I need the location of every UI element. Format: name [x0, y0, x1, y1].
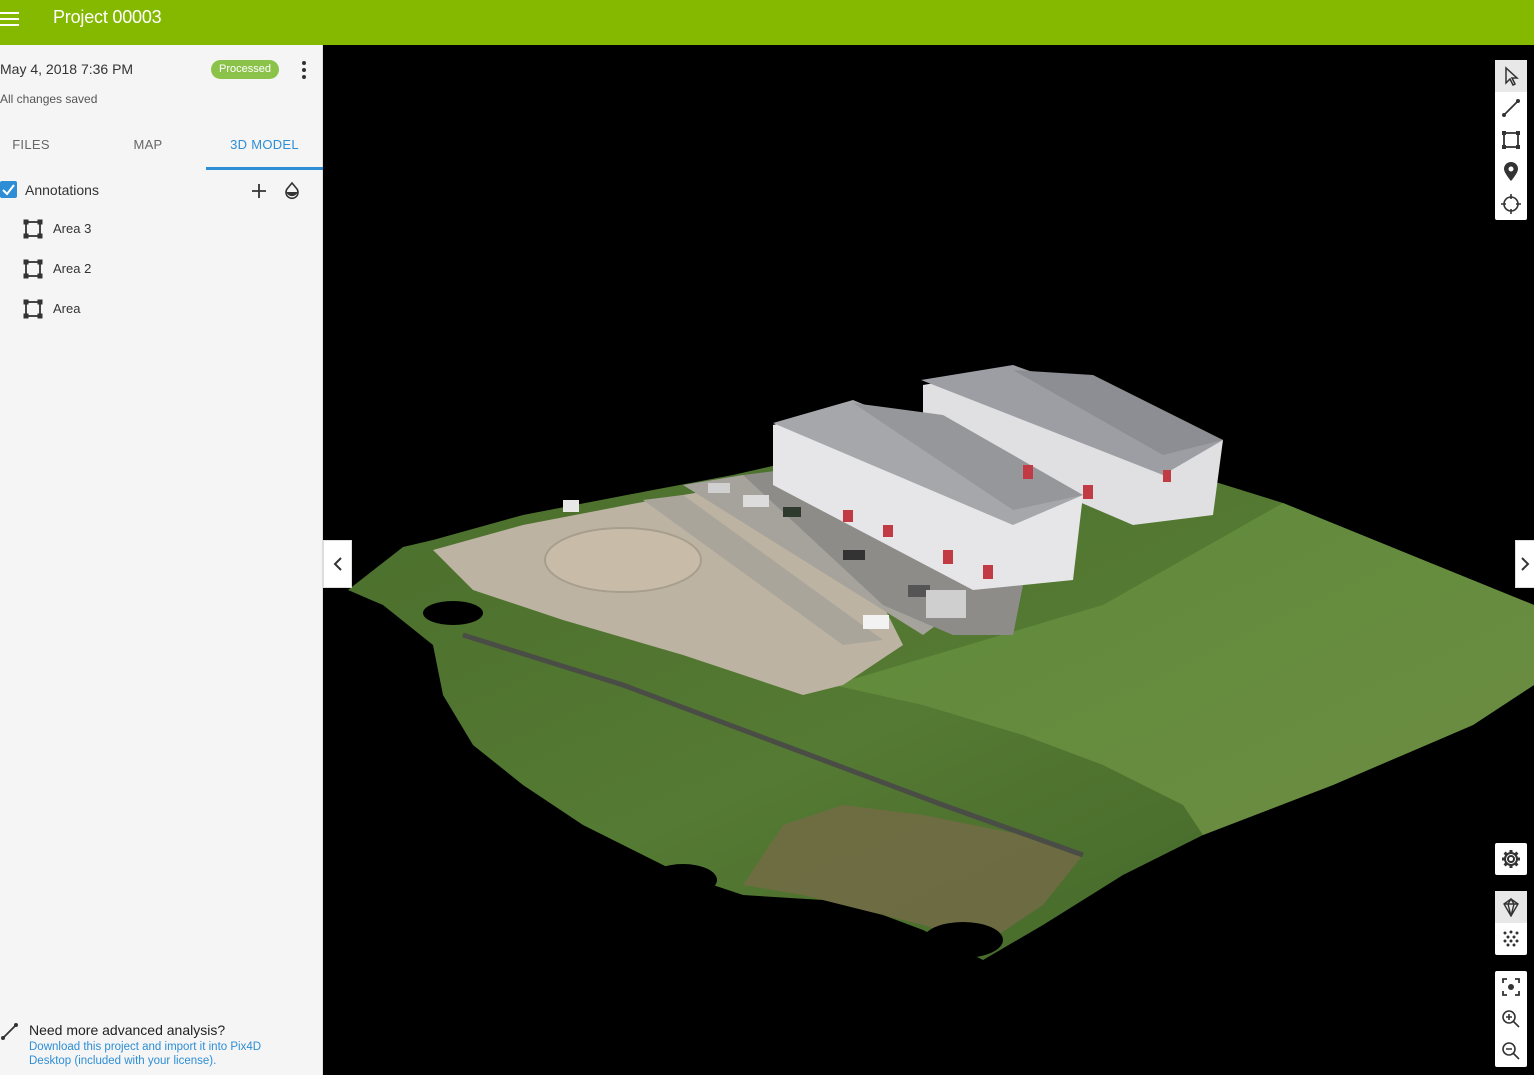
annotation-label: Area 2 [53, 261, 92, 276]
save-status: All changes saved [0, 92, 98, 106]
zoom-toolbar [1495, 971, 1527, 1067]
chevron-left-icon [333, 557, 342, 571]
zoom-in-icon[interactable] [1495, 1003, 1527, 1035]
tab-indicator [206, 167, 323, 170]
menu-icon[interactable] [0, 8, 22, 30]
area-measure-icon[interactable] [1495, 124, 1527, 156]
annotation-item[interactable]: Area [0, 292, 322, 328]
3d-viewer[interactable] [323, 45, 1534, 1075]
settings-toolbar [1495, 843, 1527, 875]
marker-icon[interactable] [1495, 156, 1527, 188]
measure-toolbar [1495, 60, 1527, 220]
sidebar: May 4, 2018 7:36 PM Processed All change… [0, 45, 323, 1075]
promo-panel: Need more advanced analysis? Download th… [0, 1019, 322, 1075]
crosshair-icon[interactable] [1495, 188, 1527, 220]
annotations-checkbox[interactable] [0, 181, 17, 198]
annotation-item[interactable]: Area 2 [0, 252, 322, 288]
status-badge: Processed [211, 60, 279, 79]
chevron-right-icon [1521, 557, 1530, 571]
annotations-label: Annotations [25, 182, 99, 198]
render-mode-toolbar [1495, 891, 1527, 955]
project-date: May 4, 2018 7:36 PM [0, 61, 134, 77]
mesh-icon[interactable] [1495, 891, 1527, 923]
annotation-label: Area [53, 301, 81, 316]
focus-icon[interactable] [1495, 971, 1527, 1003]
collapse-sidebar-button[interactable] [323, 540, 352, 588]
line-measure-icon[interactable] [1495, 92, 1527, 124]
tab-files[interactable]: FILES [0, 125, 62, 170]
promo-title: Need more advanced analysis? [29, 1022, 226, 1038]
more-options-icon[interactable] [296, 59, 312, 81]
app-header: Project 00003 [0, 0, 1534, 45]
zoom-out-icon[interactable] [1495, 1035, 1527, 1067]
promo-link[interactable]: Download this project and import it into… [29, 1040, 299, 1068]
color-drop-icon[interactable] [282, 181, 302, 201]
settings-icon[interactable] [1495, 843, 1527, 875]
area-icon [22, 218, 44, 240]
select-icon[interactable] [1495, 60, 1527, 92]
add-icon[interactable] [249, 181, 269, 201]
expand-right-panel-button[interactable] [1515, 540, 1534, 588]
tab-bar: FILES MAP 3D MODEL [0, 125, 323, 170]
area-icon [22, 258, 44, 280]
annotation-item[interactable]: Area 3 [0, 212, 322, 248]
annotation-label: Area 3 [53, 221, 92, 236]
point-cloud-icon[interactable] [1495, 923, 1527, 955]
3d-model-render [348, 365, 1534, 960]
area-icon [22, 298, 44, 320]
tab-map[interactable]: MAP [118, 125, 178, 170]
measure-line-icon [0, 1021, 20, 1041]
annotations-header: Annotations [0, 176, 322, 204]
project-title: Project 00003 [53, 7, 162, 27]
tab-3d-model[interactable]: 3D MODEL [206, 125, 323, 170]
